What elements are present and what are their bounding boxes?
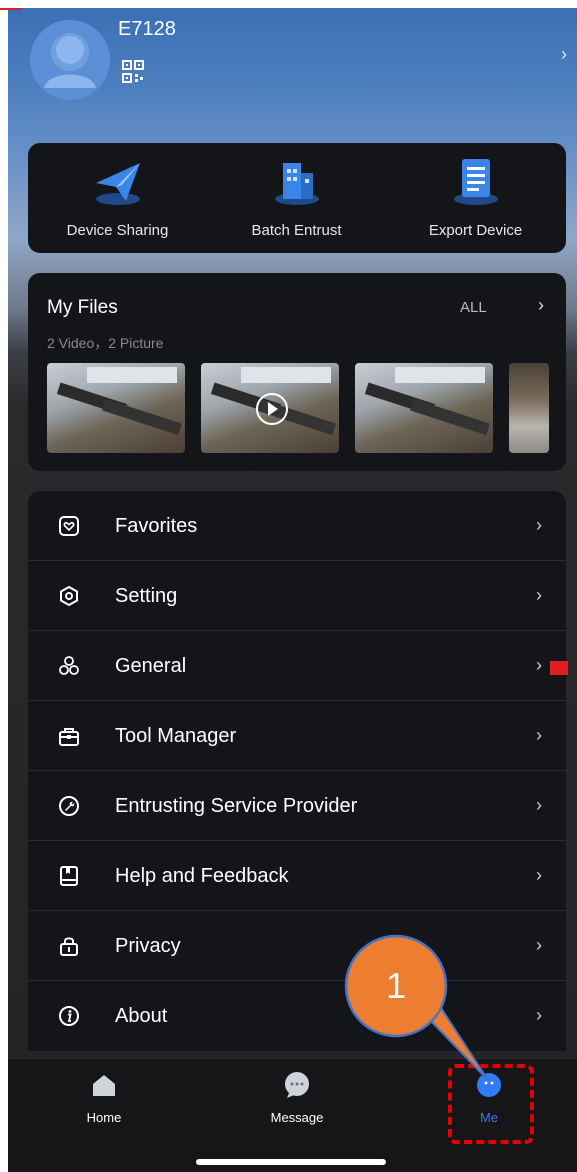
menu-item-entrusting-service-provider[interactable]: Entrusting Service Provider › xyxy=(28,771,566,841)
menu-label: Privacy xyxy=(115,935,181,957)
menu-label: Help and Feedback xyxy=(115,865,289,887)
batch-entrust-button[interactable]: Batch Entrust xyxy=(207,143,386,253)
files-chevron-icon[interactable]: › xyxy=(538,295,544,316)
file-thumbnail-partial[interactable] xyxy=(509,363,549,453)
menu-label: Setting xyxy=(115,585,178,607)
menu-list: Favorites › Setting › General › Tool Man… xyxy=(28,491,566,1051)
tab-label: Home xyxy=(86,1110,122,1125)
username: E7128 xyxy=(118,18,176,40)
files-title: My Files xyxy=(47,297,118,318)
toolbox-icon xyxy=(59,728,79,746)
document-list-icon xyxy=(453,159,498,205)
profile-chevron-icon[interactable]: › xyxy=(561,44,567,65)
annotation-marker xyxy=(550,661,568,675)
message-icon xyxy=(285,1072,309,1098)
home-icon xyxy=(93,1075,115,1096)
menu-item-favorites[interactable]: Favorites › xyxy=(28,491,566,561)
files-all-link[interactable]: ALL xyxy=(460,299,487,316)
annotation-marker xyxy=(0,8,22,10)
menu-label: General xyxy=(115,655,187,677)
batch-entrust-label: Batch Entrust xyxy=(251,222,342,239)
chevron-right-icon: › xyxy=(536,935,542,955)
building-icon xyxy=(274,163,319,205)
device-sharing-label: Device Sharing xyxy=(66,222,169,239)
quick-actions-card: Device Sharing Batch Entrust Export Devi… xyxy=(28,143,566,253)
chevron-right-icon: › xyxy=(536,1005,542,1025)
chevron-right-icon: › xyxy=(536,655,542,675)
menu-label: Tool Manager xyxy=(115,725,237,747)
menu-item-general[interactable]: General › xyxy=(28,631,566,701)
info-icon xyxy=(59,1006,79,1026)
chevron-right-icon: › xyxy=(536,795,542,815)
export-device-label: Export Device xyxy=(428,222,523,239)
file-thumbnail-video[interactable] xyxy=(201,363,339,453)
menu-item-setting[interactable]: Setting › xyxy=(28,561,566,631)
menu-item-about[interactable]: About › xyxy=(28,981,566,1050)
heart-box-icon xyxy=(59,516,79,536)
files-summary: 2 Video，2 Picture xyxy=(47,335,164,351)
device-sharing-button[interactable]: Device Sharing xyxy=(28,143,207,253)
chevron-right-icon: › xyxy=(536,725,542,745)
my-files-card[interactable]: My Files ALL › 2 Video，2 Picture xyxy=(28,273,566,471)
chevron-right-icon: › xyxy=(536,515,542,535)
menu-label: About xyxy=(115,1005,168,1027)
callout-number: 1 xyxy=(385,965,407,1006)
file-thumbnail[interactable] xyxy=(355,363,493,453)
highlight-box xyxy=(448,1064,534,1144)
tab-label: Message xyxy=(270,1110,324,1125)
wrench-circle-icon xyxy=(59,796,79,816)
export-device-button[interactable]: Export Device xyxy=(386,143,565,253)
play-icon xyxy=(256,393,288,425)
file-thumbnail[interactable] xyxy=(47,363,185,453)
book-icon xyxy=(60,866,78,886)
paper-plane-icon xyxy=(95,163,140,205)
menu-label: Entrusting Service Provider xyxy=(115,795,358,817)
lock-icon xyxy=(60,937,78,956)
chevron-right-icon: › xyxy=(536,585,542,605)
chevron-right-icon: › xyxy=(536,865,542,885)
menu-item-tool-manager[interactable]: Tool Manager › xyxy=(28,701,566,771)
menu-item-privacy[interactable]: Privacy › xyxy=(28,911,566,981)
hexagon-gear-icon xyxy=(60,585,78,607)
qr-code-icon[interactable] xyxy=(122,60,144,84)
menu-label: Favorites xyxy=(115,515,198,537)
avatar[interactable] xyxy=(30,20,110,100)
menu-item-help-and-feedback[interactable]: Help and Feedback › xyxy=(28,841,566,911)
person-icon xyxy=(44,36,96,88)
home-indicator[interactable] xyxy=(196,1159,386,1165)
me-screen: E7128 › Device Sharing Batch Entrust Exp… xyxy=(8,8,577,1171)
circles-icon xyxy=(59,656,79,675)
